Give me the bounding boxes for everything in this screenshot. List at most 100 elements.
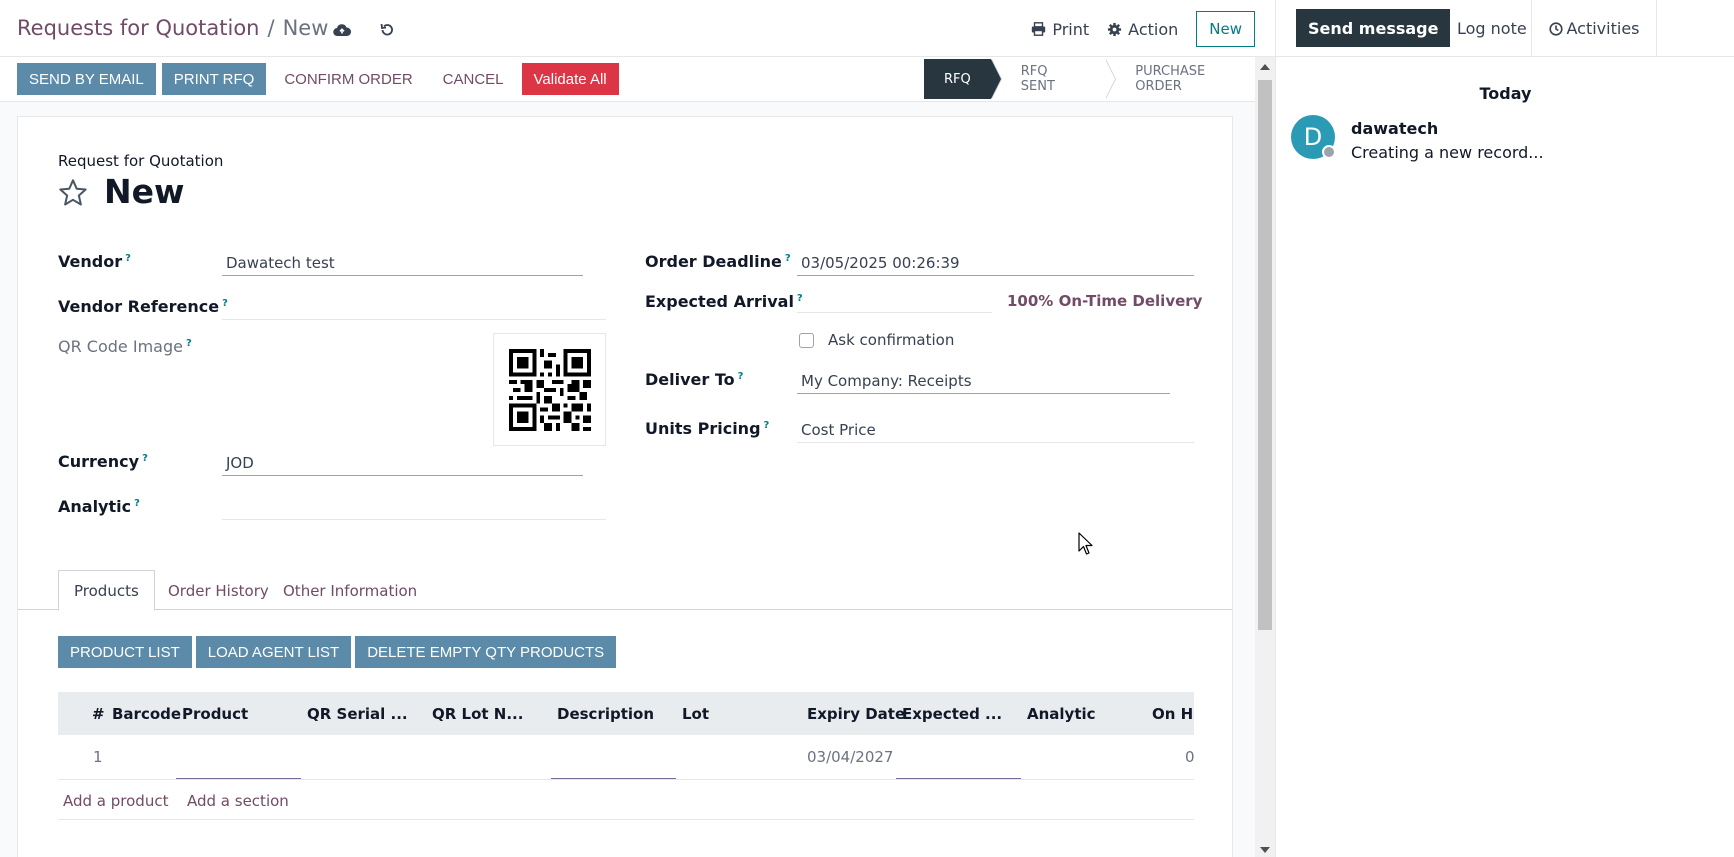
print-menu[interactable]: Print: [1031, 20, 1089, 39]
order-lines-table: # Barcode Product QR Serial ... QR Lot N…: [58, 692, 1194, 820]
description-cell-underline: [551, 778, 676, 779]
col-expected[interactable]: Expected ...: [902, 705, 1002, 723]
main-area: Requests for Quotation / New Print Actio…: [0, 0, 1275, 857]
vendor-reference-field[interactable]: [222, 299, 606, 320]
action-menu[interactable]: Action: [1107, 20, 1178, 39]
qr-code-label: QR Code Image?: [58, 337, 192, 356]
new-button[interactable]: New: [1196, 11, 1255, 47]
col-product[interactable]: Product: [182, 705, 248, 723]
stage-label: PURCHASE ORDER: [1135, 64, 1206, 94]
stage-label: RFQ SENT: [1020, 64, 1055, 94]
breadcrumb-separator: /: [267, 16, 275, 40]
mouse-cursor-icon: [1078, 532, 1093, 555]
scroll-down-arrow-icon[interactable]: [1260, 847, 1270, 853]
send-by-email-button[interactable]: SEND BY EMAIL: [17, 63, 156, 95]
chatter-topbar: Send message Log note Activities: [1276, 0, 1734, 57]
cancel-button[interactable]: CANCEL: [431, 63, 516, 95]
ask-confirmation-checkbox[interactable]: [799, 333, 814, 348]
help-icon[interactable]: ?: [785, 253, 791, 264]
confirm-order-button[interactable]: CONFIRM ORDER: [272, 63, 424, 95]
col-number[interactable]: #: [92, 705, 105, 723]
row-expiry-date[interactable]: 03/04/2027: [807, 748, 893, 766]
product-list-button[interactable]: PRODUCT LIST: [58, 636, 192, 668]
status-bar: RFQ RFQ SENT PURCHASE ORDER: [924, 59, 1275, 99]
help-icon[interactable]: ?: [134, 498, 140, 509]
validate-all-button[interactable]: Validate All: [521, 63, 619, 95]
col-barcode[interactable]: Barcode: [112, 705, 181, 723]
breadcrumb: Requests for Quotation / New: [17, 16, 328, 40]
analytic-field[interactable]: [222, 499, 606, 520]
form-title-label: Request for Quotation: [58, 152, 224, 170]
deliver-to-field[interactable]: My Company: Receipts: [797, 372, 1170, 394]
cloud-save-icon[interactable]: [331, 19, 353, 41]
help-icon[interactable]: ?: [738, 371, 744, 382]
message-author[interactable]: dawatech: [1351, 119, 1438, 138]
col-on-hand[interactable]: On Ha: [1152, 705, 1194, 723]
scrollbar-thumb[interactable]: [1258, 80, 1272, 630]
help-icon[interactable]: ?: [125, 253, 131, 264]
print-label: Print: [1052, 19, 1090, 39]
form-sheet: Request for Quotation New Vendor? Dawate…: [17, 116, 1233, 857]
order-deadline-label: Order Deadline?: [645, 252, 791, 271]
record-title[interactable]: New: [104, 172, 185, 211]
add-section-link[interactable]: Add a section: [187, 792, 289, 810]
top-bar: Requests for Quotation / New Print Actio…: [0, 0, 1275, 57]
vendor-field[interactable]: Dawatech test: [222, 254, 583, 276]
table-row[interactable]: 1 03/04/2027 0: [58, 735, 1194, 780]
qr-code-icon: [508, 348, 591, 431]
stage-rfq[interactable]: RFQ: [924, 59, 1002, 99]
currency-field[interactable]: JOD: [222, 454, 583, 476]
activities-button[interactable]: Activities: [1531, 0, 1657, 57]
breadcrumb-parent[interactable]: Requests for Quotation: [17, 16, 259, 40]
discard-icon[interactable]: [376, 19, 398, 41]
vendor-label: Vendor?: [58, 252, 131, 271]
col-qr-lot[interactable]: QR Lot N...: [432, 705, 523, 723]
top-actions: Print Action New: [1031, 11, 1255, 47]
clock-icon: [1548, 21, 1563, 36]
tab-other-information[interactable]: Other Information: [268, 570, 432, 611]
printer-icon: [1032, 22, 1046, 36]
app-root: Requests for Quotation / New Print Actio…: [0, 0, 1734, 857]
ask-confirmation-label[interactable]: Ask confirmation: [828, 331, 954, 349]
chatter-panel: Send message Log note Activities Today D…: [1275, 0, 1734, 857]
action-buttons: SEND BY EMAIL PRINT RFQ CONFIRM ORDER CA…: [17, 63, 619, 95]
log-note-button[interactable]: Log note: [1445, 9, 1539, 47]
col-description[interactable]: Description: [557, 705, 654, 723]
stage-rfq-sent[interactable]: RFQ SENT: [990, 59, 1117, 99]
star-icon[interactable]: [57, 177, 89, 209]
order-deadline-field[interactable]: 03/05/2025 00:26:39: [797, 254, 1194, 276]
qr-code-image[interactable]: [493, 333, 606, 446]
currency-label: Currency?: [58, 452, 148, 471]
help-icon[interactable]: ?: [142, 453, 148, 464]
tab-products[interactable]: Products: [58, 570, 155, 611]
expected-arrival-field[interactable]: [797, 292, 992, 313]
col-expiry-date[interactable]: Expiry Date: [807, 705, 905, 723]
vertical-scrollbar[interactable]: [1255, 57, 1275, 857]
on-time-delivery-link[interactable]: 100% On-Time Delivery: [1007, 292, 1202, 310]
gear-icon: [1108, 22, 1122, 36]
print-rfq-button[interactable]: PRINT RFQ: [161, 63, 267, 95]
help-icon[interactable]: ?: [186, 338, 192, 349]
stage-purchase-order[interactable]: PURCHASE ORDER: [1105, 59, 1275, 99]
col-qr-serial[interactable]: QR Serial ...: [307, 705, 408, 723]
delete-empty-qty-button[interactable]: DELETE EMPTY QTY PRODUCTS: [355, 636, 617, 668]
notebook-tabs: Products Order History Other Information: [18, 570, 1232, 611]
row-number: 1: [93, 748, 103, 766]
tab-order-history[interactable]: Order History: [153, 570, 284, 611]
load-agent-list-button[interactable]: LOAD AGENT LIST: [195, 636, 352, 668]
table-header: # Barcode Product QR Serial ... QR Lot N…: [58, 692, 1194, 735]
col-lot[interactable]: Lot: [682, 705, 709, 723]
scroll-up-arrow-icon[interactable]: [1260, 64, 1270, 70]
product-action-buttons: PRODUCT LIST LOAD AGENT LIST DELETE EMPT…: [58, 636, 617, 668]
add-product-link[interactable]: Add a product: [63, 792, 168, 810]
send-message-button[interactable]: Send message: [1296, 9, 1451, 47]
units-pricing-label: Units Pricing?: [645, 419, 770, 438]
date-separator: Today: [1479, 84, 1532, 103]
help-icon[interactable]: ?: [764, 420, 770, 431]
analytic-label: Analytic?: [58, 497, 140, 516]
message-body: Creating a new record...: [1351, 143, 1544, 162]
units-pricing-field[interactable]: Cost Price: [797, 421, 1194, 443]
row-on-hand: 0: [1185, 748, 1194, 766]
deliver-to-label: Deliver To?: [645, 370, 744, 389]
col-analytic[interactable]: Analytic: [1027, 705, 1096, 723]
